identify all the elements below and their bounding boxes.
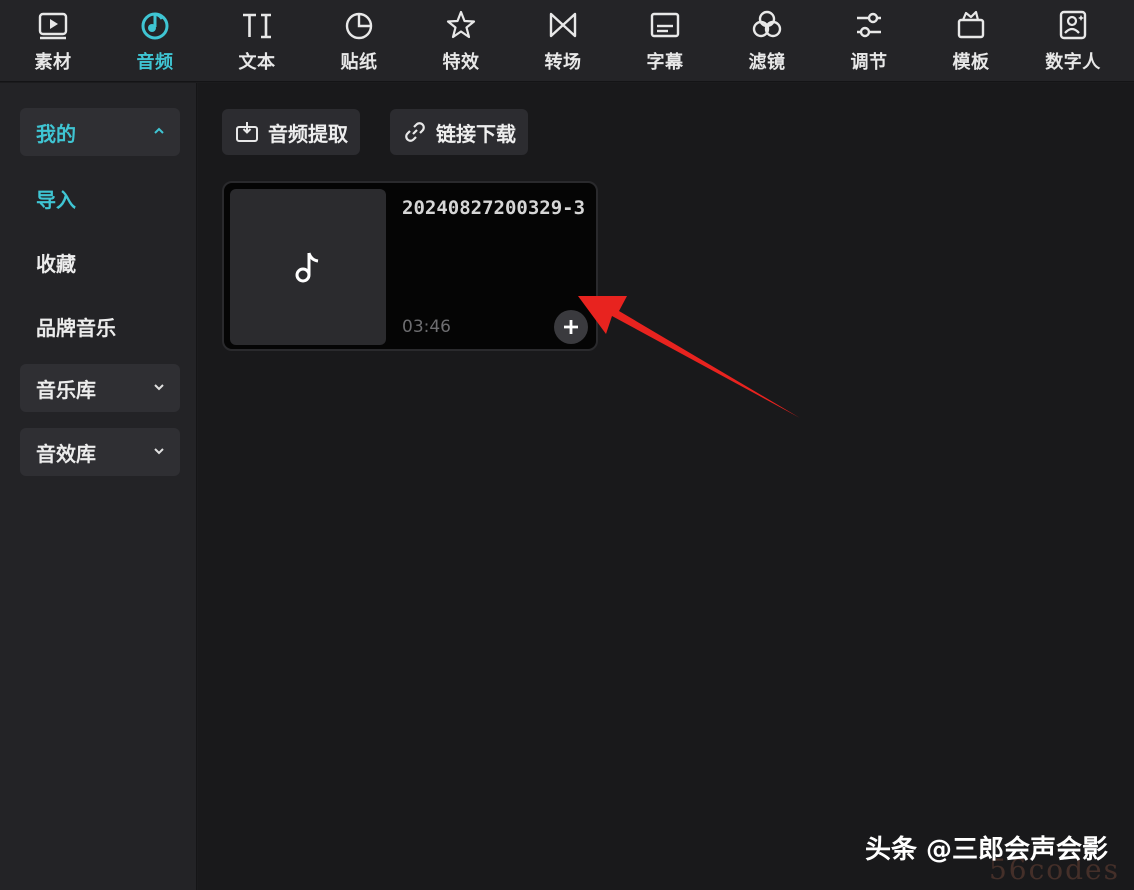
add-to-track-button[interactable]: [554, 310, 588, 344]
sidebar-item-import[interactable]: 导入: [20, 174, 180, 222]
template-icon: [954, 8, 988, 42]
text-icon: [240, 8, 274, 42]
tab-subtitle[interactable]: 字幕: [614, 0, 716, 82]
tab-label: 滤镜: [748, 52, 786, 73]
sidebar-item-favorites[interactable]: 收藏: [20, 238, 180, 286]
tab-template[interactable]: 模板: [920, 0, 1022, 82]
chevron-down-icon: [152, 380, 166, 394]
tab-media[interactable]: 素材: [2, 0, 104, 82]
sidebar-item-label: 音乐库: [36, 377, 96, 402]
extract-audio-icon: [234, 119, 268, 145]
tab-digital-human[interactable]: 数字人: [1022, 0, 1124, 82]
sidebar-item-label: 收藏: [36, 251, 76, 276]
sidebar-item-label: 导入: [36, 187, 76, 212]
sidebar-item-mine[interactable]: 我的: [20, 108, 180, 156]
sidebar-item-label: 我的: [36, 121, 76, 146]
main-panel: 音频提取 链接下载 20240827200329-3 03:46: [198, 83, 1134, 890]
extract-audio-button[interactable]: 音频提取: [222, 109, 360, 155]
top-toolbar: 素材 音频 文本 贴纸 特效 转场 字幕 滤镜 调节 模板 数字人: [0, 0, 1134, 82]
audio-icon: [138, 8, 172, 42]
tab-adjust[interactable]: 调节: [818, 0, 920, 82]
media-icon: [36, 8, 70, 42]
tab-effects[interactable]: 特效: [410, 0, 512, 82]
tab-label: 数字人: [1045, 52, 1101, 73]
tab-label: 特效: [442, 52, 480, 73]
sidebar-item-brand-music[interactable]: 品牌音乐: [20, 302, 180, 350]
sticker-icon: [342, 8, 376, 42]
chevron-up-icon: [152, 124, 166, 138]
tab-text[interactable]: 文本: [206, 0, 308, 82]
tab-transition[interactable]: 转场: [512, 0, 614, 82]
sidebar: 我的 导入 收藏 品牌音乐 音乐库 音效库: [0, 83, 197, 890]
filter-icon: [750, 8, 784, 42]
tab-label: 音频: [136, 52, 174, 73]
link-download-button[interactable]: 链接下载: [390, 109, 528, 155]
effects-icon: [444, 8, 478, 42]
adjust-icon: [852, 8, 886, 42]
digital-human-icon: [1056, 8, 1090, 42]
tab-filter[interactable]: 滤镜: [716, 0, 818, 82]
audio-card[interactable]: 20240827200329-3 03:46: [222, 181, 598, 351]
tab-label: 素材: [34, 52, 72, 73]
tab-audio[interactable]: 音频: [104, 0, 206, 82]
plus-icon: [562, 318, 580, 336]
sidebar-item-sound-effects[interactable]: 音效库: [20, 428, 180, 476]
link-download-label: 链接下载: [436, 121, 516, 146]
chevron-down-icon: [152, 444, 166, 458]
music-note-icon: [291, 247, 325, 287]
tab-label: 调节: [850, 52, 888, 73]
sidebar-item-music-library[interactable]: 音乐库: [20, 364, 180, 412]
watermark-text: 头条 @三郎会声会影: [864, 835, 1108, 865]
tab-label: 文本: [238, 52, 276, 73]
subtitle-icon: [648, 8, 682, 42]
transition-icon: [546, 8, 580, 42]
extract-audio-label: 音频提取: [268, 121, 348, 146]
sidebar-item-label: 品牌音乐: [36, 315, 116, 340]
tab-label: 模板: [952, 52, 990, 73]
tab-label: 转场: [544, 52, 582, 73]
link-icon: [402, 119, 436, 145]
audio-duration: 03:46: [402, 317, 451, 337]
audio-thumbnail: [230, 189, 386, 345]
tab-label: 字幕: [646, 52, 684, 73]
tab-label: 贴纸: [340, 52, 378, 73]
audio-title: 20240827200329-3: [402, 197, 586, 219]
tab-sticker[interactable]: 贴纸: [308, 0, 410, 82]
sidebar-item-label: 音效库: [36, 441, 96, 466]
